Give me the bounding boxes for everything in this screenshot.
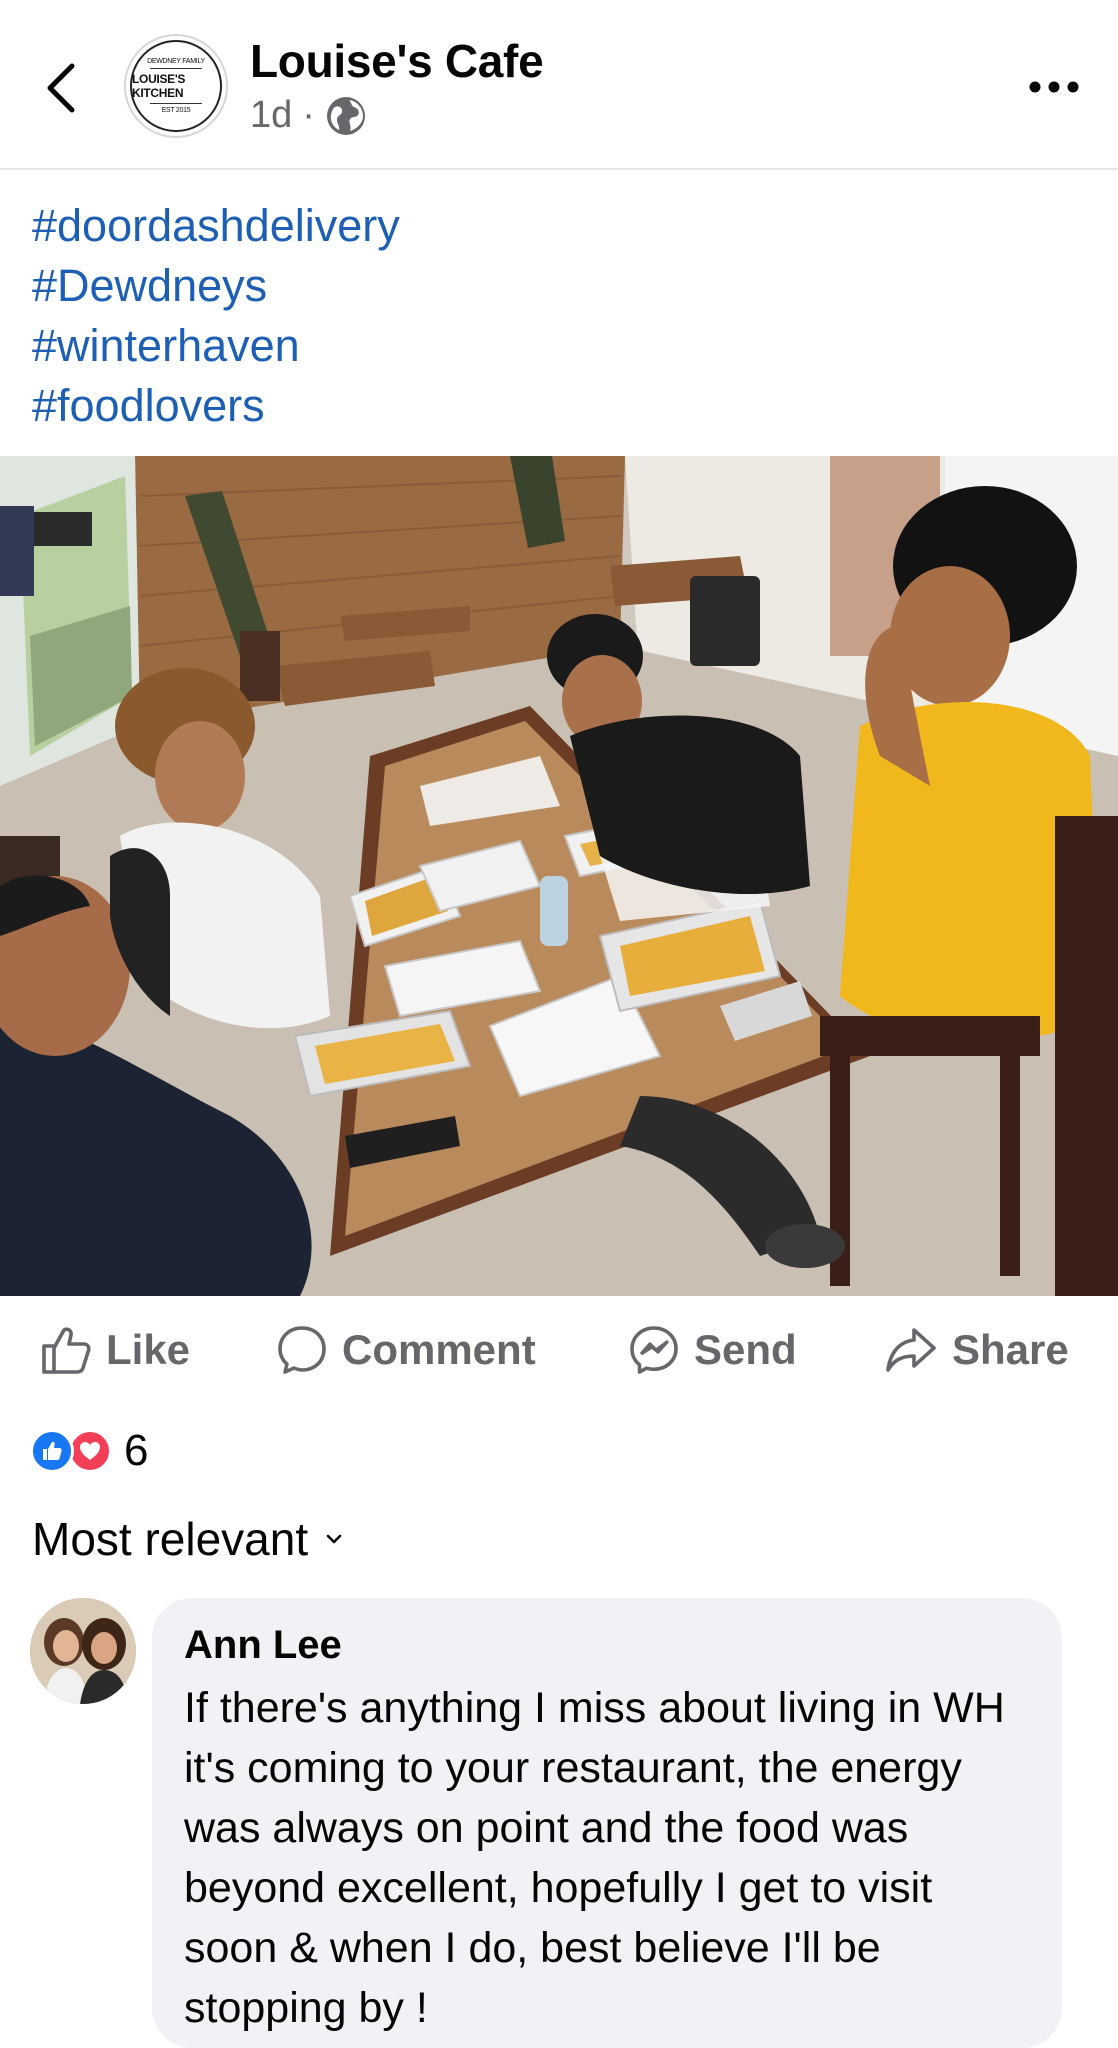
post-hashtags: #doordashdelivery #Dewdneys #winterhaven… bbox=[32, 196, 400, 436]
logo-text: LOUISE'S KITCHEN bbox=[132, 72, 186, 100]
page-name[interactable]: Louise's Cafe bbox=[250, 34, 544, 88]
post-photo[interactable] bbox=[0, 456, 1118, 1296]
globe-icon bbox=[326, 96, 365, 135]
comment-bubble: Ann Lee If there's anything I miss about… bbox=[152, 1598, 1062, 2048]
meta-separator: · bbox=[302, 94, 315, 136]
back-button[interactable] bbox=[38, 58, 82, 118]
post-header: DEWDNEY FAMILY LOUISE'S KITCHEN EST 2015… bbox=[0, 0, 1118, 170]
comments-sort-dropdown[interactable]: Most relevant bbox=[32, 1512, 342, 1566]
hashtag-link[interactable]: #winterhaven bbox=[32, 316, 400, 376]
logo-badge: DEWDNEY FAMILY LOUISE'S KITCHEN EST 2015 bbox=[130, 40, 222, 132]
more-options-button[interactable] bbox=[1024, 62, 1084, 112]
post-actions-bar: Like Comment Send Share bbox=[0, 1300, 1118, 1400]
logo-bottom-text: EST 2015 bbox=[161, 107, 191, 114]
page-avatar[interactable]: DEWDNEY FAMILY LOUISE'S KITCHEN EST 2015 bbox=[124, 34, 228, 138]
share-label: Share bbox=[952, 1326, 1069, 1373]
like-reaction-icon bbox=[30, 1429, 74, 1473]
hashtag-link[interactable]: #foodlovers bbox=[32, 376, 400, 436]
comment-button[interactable]: Comment bbox=[276, 1300, 536, 1400]
thumbs-up-icon bbox=[42, 1327, 91, 1374]
comment-label: Comment bbox=[342, 1326, 536, 1373]
post-time[interactable]: 1d bbox=[250, 94, 292, 137]
share-button[interactable]: Share bbox=[884, 1300, 1069, 1400]
love-reaction-icon bbox=[68, 1429, 112, 1473]
hashtag-link[interactable]: #doordashdelivery bbox=[32, 196, 400, 256]
send-label: Send bbox=[694, 1326, 797, 1373]
share-arrow-icon bbox=[886, 1328, 936, 1372]
sort-label: Most relevant bbox=[32, 1513, 309, 1565]
chevron-down-icon bbox=[326, 1534, 342, 1544]
messenger-icon bbox=[630, 1326, 678, 1374]
logo-top-text: DEWDNEY FAMILY bbox=[147, 58, 205, 65]
post-meta: 1d · bbox=[250, 94, 367, 137]
comment-author[interactable]: Ann Lee bbox=[184, 1620, 1030, 1670]
more-horizontal-icon bbox=[1029, 81, 1079, 93]
send-button[interactable]: Send bbox=[628, 1300, 797, 1400]
hashtag-link[interactable]: #Dewdneys bbox=[32, 256, 400, 316]
reaction-count: 6 bbox=[124, 1426, 149, 1475]
chevron-left-icon bbox=[47, 63, 75, 113]
reactions-summary[interactable]: 6 bbox=[30, 1426, 148, 1476]
commenter-avatar[interactable] bbox=[30, 1598, 136, 1704]
comment-bubble-icon bbox=[278, 1326, 326, 1374]
photo-illustration bbox=[0, 456, 1118, 1296]
like-label: Like bbox=[106, 1326, 191, 1373]
comment-text: If there's anything I miss about living … bbox=[184, 1684, 1005, 2032]
like-button[interactable]: Like bbox=[40, 1300, 190, 1400]
